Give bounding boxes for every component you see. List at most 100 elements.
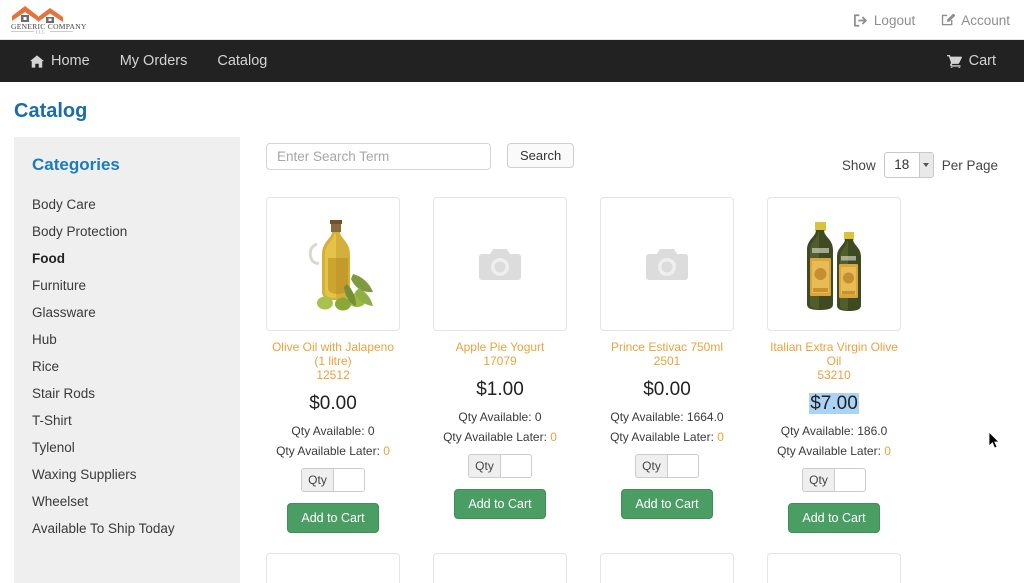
nav-item-home[interactable]: Home <box>18 40 105 82</box>
product-grid-next-row <box>266 553 1010 583</box>
product-card[interactable] <box>266 553 400 583</box>
qty-available-later: Qty Available Later: 0 <box>266 444 400 458</box>
qty-available-later-value: 0 <box>383 444 390 459</box>
cart-label: Cart <box>968 53 996 69</box>
add-to-cart-button[interactable]: Add to Cart <box>788 503 880 534</box>
qty-input[interactable] <box>666 454 699 479</box>
product-card: Prince Estivac 750ml 2501 $0.00 Qty Avai… <box>600 197 734 533</box>
qty-available-later-value: 0 <box>550 430 557 445</box>
cart-link[interactable]: Cart <box>946 53 1006 69</box>
show-label: Show <box>841 157 876 173</box>
product-price: $1.00 <box>476 379 524 401</box>
sidebar-item-furniture[interactable]: Furniture <box>32 272 222 299</box>
add-to-cart-button[interactable]: Add to Cart <box>287 503 379 534</box>
qty-available-later: Qty Available Later: 0 <box>767 444 901 458</box>
add-to-cart-row: Add to Cart <box>433 489 567 520</box>
qty-input[interactable] <box>499 454 532 479</box>
logout-label: Logout <box>873 12 916 28</box>
nav-item-catalog[interactable]: Catalog <box>202 40 282 82</box>
page-content: Categories Body Care Body Protection Foo… <box>0 137 1024 583</box>
search-input[interactable] <box>266 143 491 170</box>
top-utility-bar: GENERIC COMPANY LLC Logout Account <box>0 0 1024 40</box>
sidebar-item-wheelset[interactable]: Wheelset <box>32 488 222 515</box>
qty-available-later-label: Qty Available Later: <box>777 444 881 459</box>
sidebar-item-body-care[interactable]: Body Care <box>32 191 222 218</box>
product-price: $0.00 <box>309 393 357 415</box>
sidebar-item-waxing-suppliers[interactable]: Waxing Suppliers <box>32 461 222 488</box>
list-item: Stair Rods <box>14 380 240 407</box>
sidebar-item-hub[interactable]: Hub <box>32 326 222 353</box>
sidebar-item-glassware[interactable]: Glassware <box>32 299 222 326</box>
account-link[interactable]: Account <box>941 13 1010 28</box>
qty-available-label: Qty Available: <box>780 424 854 439</box>
add-to-cart-row: Add to Cart <box>767 503 901 534</box>
product-card[interactable] <box>767 553 901 583</box>
qty-available-later: Qty Available Later: 0 <box>600 430 734 444</box>
page-title: Catalog <box>14 100 88 122</box>
search-button[interactable]: Search <box>507 143 575 168</box>
product-name-link[interactable]: Olive Oil with Jalapeno (1 litre) <box>266 340 400 368</box>
sidebar-item-available-to-ship-today[interactable]: Available To Ship Today <box>32 515 222 542</box>
product-price: $7.00 <box>767 393 901 415</box>
utility-nav: Logout Account <box>853 0 1010 40</box>
qty-available-later-value: 0 <box>884 444 891 459</box>
add-to-cart-button[interactable]: Add to Cart <box>454 489 546 520</box>
list-item: Furniture <box>14 272 240 299</box>
sidebar-item-food[interactable]: Food <box>32 245 222 272</box>
catalog-main: Search Show 18 Per Page <box>266 137 1010 583</box>
product-name-link[interactable]: Italian Extra Virgin Olive Oil <box>767 340 901 368</box>
svg-text:LLC: LLC <box>36 30 45 35</box>
qty-input-group: Qty <box>468 454 532 479</box>
category-list: Body Care Body Protection Food Furniture… <box>14 191 240 542</box>
list-item: Rice <box>14 353 240 380</box>
qty-available: Qty Available: 1664.0 <box>600 410 734 424</box>
qty-available-value: 186.0 <box>857 424 888 439</box>
company-logo[interactable]: GENERIC COMPANY LLC <box>8 2 88 36</box>
product-name-link[interactable]: Apple Pie Yogurt <box>433 340 567 354</box>
list-item: Body Care <box>14 191 240 218</box>
list-item: Body Protection <box>14 218 240 245</box>
product-name-link[interactable]: Prince Estivac 750ml <box>600 340 734 354</box>
product-price: $0.00 <box>643 379 691 401</box>
product-card[interactable] <box>600 553 734 583</box>
add-to-cart-row: Add to Cart <box>266 503 400 534</box>
per-page-control: Show 18 Per Page <box>842 152 998 178</box>
list-item: Wheelset <box>14 488 240 515</box>
product-sku: 2501 <box>653 354 681 369</box>
home-icon <box>30 54 44 68</box>
product-thumbnail[interactable] <box>767 197 901 331</box>
sidebar-item-body-protection[interactable]: Body Protection <box>32 218 222 245</box>
qty-input[interactable] <box>332 468 365 493</box>
product-card: Apple Pie Yogurt 17079 $1.00 Qty Availab… <box>433 197 567 533</box>
product-card[interactable] <box>433 553 567 583</box>
add-to-cart-button[interactable]: Add to Cart <box>621 489 713 520</box>
mouse-cursor <box>988 431 1001 453</box>
list-item: Waxing Suppliers <box>14 461 240 488</box>
nav-item-home-label: Home <box>51 53 90 69</box>
product-price-value: $7.00 <box>809 393 859 415</box>
sidebar-item-tylenol[interactable]: Tylenol <box>32 434 222 461</box>
svg-text:GENERIC COMPANY: GENERIC COMPANY <box>11 22 87 31</box>
list-item: Food <box>14 245 240 272</box>
product-grid: Olive Oil with Jalapeno (1 litre) 12512 … <box>266 197 1010 534</box>
camera-placeholder-icon <box>479 249 521 280</box>
qty-row: Qty <box>433 454 567 479</box>
product-thumbnail[interactable] <box>266 197 400 331</box>
sidebar-item-rice[interactable]: Rice <box>32 353 222 380</box>
product-thumbnail[interactable] <box>433 197 567 331</box>
chevron-down-icon[interactable] <box>918 153 933 177</box>
qty-available: Qty Available: 186.0 <box>767 424 901 438</box>
logout-link[interactable]: Logout <box>853 12 916 28</box>
sidebar-item-stair-rods[interactable]: Stair Rods <box>32 380 222 407</box>
qty-available-later: Qty Available Later: 0 <box>433 430 567 444</box>
product-sku: 53210 <box>817 368 851 383</box>
qty-input[interactable] <box>833 468 866 493</box>
qty-available-value: 0 <box>534 410 542 425</box>
per-page-select[interactable]: 18 <box>883 152 934 178</box>
nav-item-my-orders[interactable]: My Orders <box>105 40 203 82</box>
two-olive-oil-bottles-image <box>807 222 861 311</box>
sidebar-item-t-shirt[interactable]: T-Shirt <box>32 407 222 434</box>
product-thumbnail[interactable] <box>600 197 734 331</box>
categories-heading: Categories <box>32 155 120 174</box>
qty-available-label: Qty Available: <box>610 410 684 425</box>
